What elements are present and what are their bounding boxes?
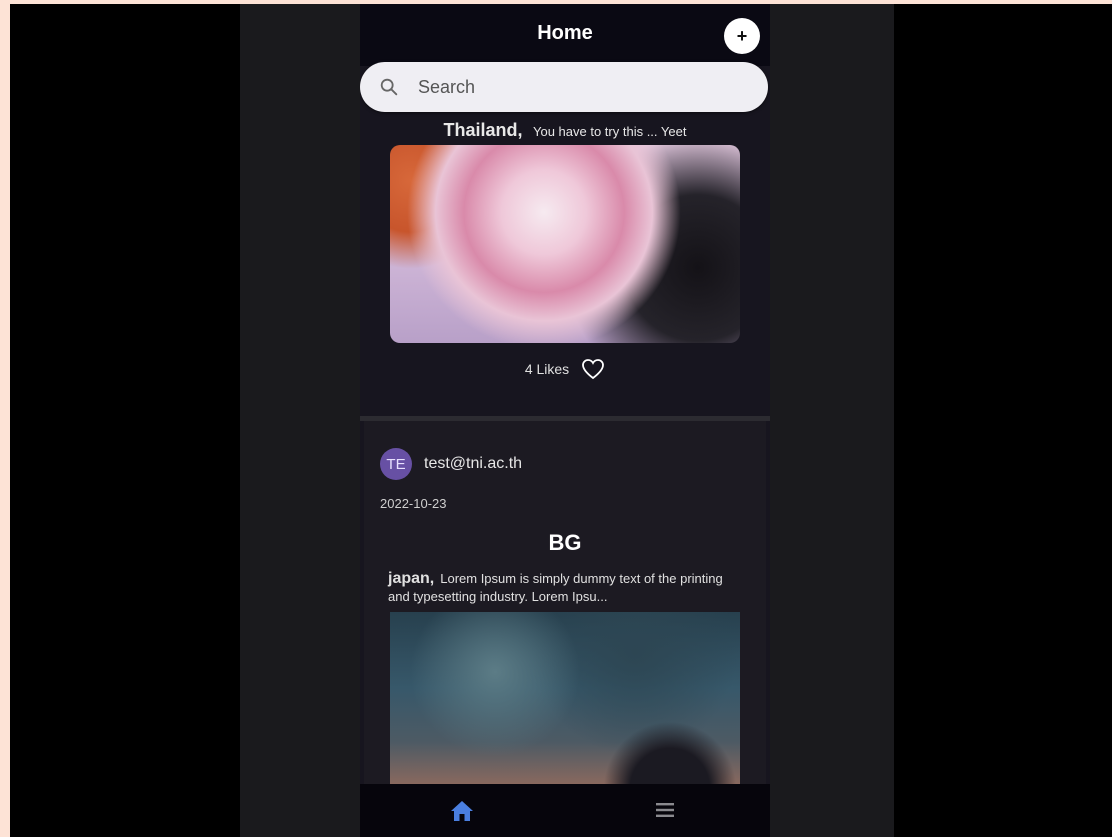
post-title: BG [548, 530, 582, 555]
post-caption-text: You have to try this ... Yeet [533, 124, 687, 139]
post-author[interactable]: test@tni.ac.th [424, 455, 522, 473]
search-icon [380, 78, 398, 96]
post-location: Thailand, [443, 120, 523, 140]
search-placeholder: Search [418, 76, 476, 97]
post-date: 2022-10-23 [380, 496, 447, 511]
likes-row: 4 Likes [360, 358, 770, 380]
heart-icon[interactable] [581, 358, 605, 380]
page-title: Home [537, 22, 593, 44]
post-caption-text: Lorem Ipsum is simply dummy text of the … [388, 571, 723, 604]
search-input[interactable]: Search [360, 62, 768, 112]
phone-screen: Home + Search Thailand, You have to try … [360, 4, 770, 837]
video-frame: Home + Search Thailand, You have to try … [10, 4, 1112, 837]
post-caption: Thailand, You have to try this ... Yeet [360, 120, 770, 141]
home-icon[interactable] [450, 800, 474, 822]
post-image[interactable] [390, 612, 740, 812]
avatar[interactable]: TE [380, 448, 412, 480]
app-header: Home + [360, 4, 770, 66]
post-image[interactable] [390, 145, 740, 343]
bottom-navigation [360, 784, 770, 837]
likes-count: 4 Likes [524, 361, 570, 377]
add-post-button[interactable]: + [724, 18, 760, 54]
post-location: japan, [388, 570, 435, 587]
post-caption: japan, Lorem Ipsum is simply dummy text o… [388, 570, 740, 606]
menu-icon[interactable] [656, 802, 674, 818]
